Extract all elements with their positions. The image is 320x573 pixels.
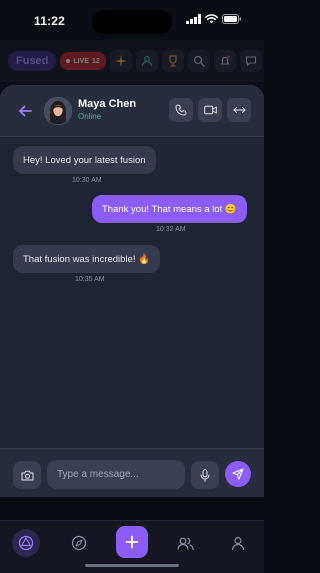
message-timestamp: 10:35 AM <box>75 276 105 283</box>
live-dot-icon <box>66 59 71 63</box>
arrows-horizontal-icon <box>232 106 246 114</box>
message-bubble-incoming: Hey! Loved your latest fusion <box>13 146 156 174</box>
video-icon <box>203 105 217 115</box>
message-icon <box>239 50 262 72</box>
message-bubble-outgoing: Thank you! That means a lot 😊 <box>92 195 247 223</box>
microphone-icon <box>200 468 210 482</box>
app-logo: Fused <box>8 51 57 71</box>
dynamic-island <box>92 10 172 34</box>
camera-icon <box>21 470 33 480</box>
live-label: LIVE <box>73 57 89 65</box>
compass-icon <box>71 535 87 551</box>
contact-status: Online <box>78 112 102 121</box>
search-icon <box>187 50 210 72</box>
signal-icon <box>186 14 201 24</box>
avatar[interactable] <box>44 97 72 125</box>
message-timestamp: 10:32 AM <box>156 226 186 233</box>
profile-icon <box>231 536 245 550</box>
plus-icon <box>125 535 139 549</box>
nav-item-explore[interactable] <box>65 529 93 557</box>
battery-icon <box>222 14 242 24</box>
wifi-icon <box>205 14 218 24</box>
send-icon <box>232 468 244 480</box>
status-icons <box>186 14 242 24</box>
bell-icon <box>213 50 236 72</box>
back-button[interactable] <box>14 100 36 122</box>
backdrop[interactable] <box>0 497 264 520</box>
nav-item-fusion[interactable] <box>12 529 40 557</box>
message-input[interactable] <box>47 460 185 489</box>
live-badge: LIVE 12 <box>60 52 106 70</box>
home-indicator <box>85 564 179 567</box>
phone-icon <box>175 104 187 116</box>
people-icon <box>135 50 158 72</box>
app-screen: 11:22 Fused LIVE 12 Maya Chen Online Hey… <box>0 0 264 573</box>
background-app-header: Fused LIVE 12 <box>0 40 264 82</box>
message-bubble-incoming: That fusion was incredible! 🔥 <box>13 245 160 273</box>
trophy-icon <box>161 50 184 72</box>
nav-item-community[interactable] <box>171 529 199 557</box>
camera-button[interactable] <box>13 461 41 489</box>
users-icon <box>176 537 194 550</box>
create-button[interactable] <box>116 526 148 558</box>
status-time: 11:22 <box>34 14 66 28</box>
live-count: 12 <box>91 57 100 65</box>
fusion-icon <box>18 535 34 551</box>
nav-item-profile[interactable] <box>224 529 252 557</box>
chat-sheet: Maya Chen Online Hey! Loved your latest … <box>0 85 264 497</box>
message-composer <box>0 448 264 497</box>
message-timestamp: 10:30 AM <box>72 177 102 184</box>
voice-message-button[interactable] <box>191 461 219 489</box>
contact-name: Maya Chen <box>78 98 137 110</box>
send-button[interactable] <box>225 461 251 487</box>
call-button[interactable] <box>169 98 193 122</box>
video-call-button[interactable] <box>198 98 222 122</box>
status-bar: 11:22 <box>0 0 264 40</box>
arrow-left-icon <box>19 105 32 117</box>
contact-avatar-image <box>45 98 71 124</box>
chat-header: Maya Chen Online <box>0 85 264 137</box>
sparkle-icon <box>109 50 132 72</box>
expand-button[interactable] <box>227 98 251 122</box>
